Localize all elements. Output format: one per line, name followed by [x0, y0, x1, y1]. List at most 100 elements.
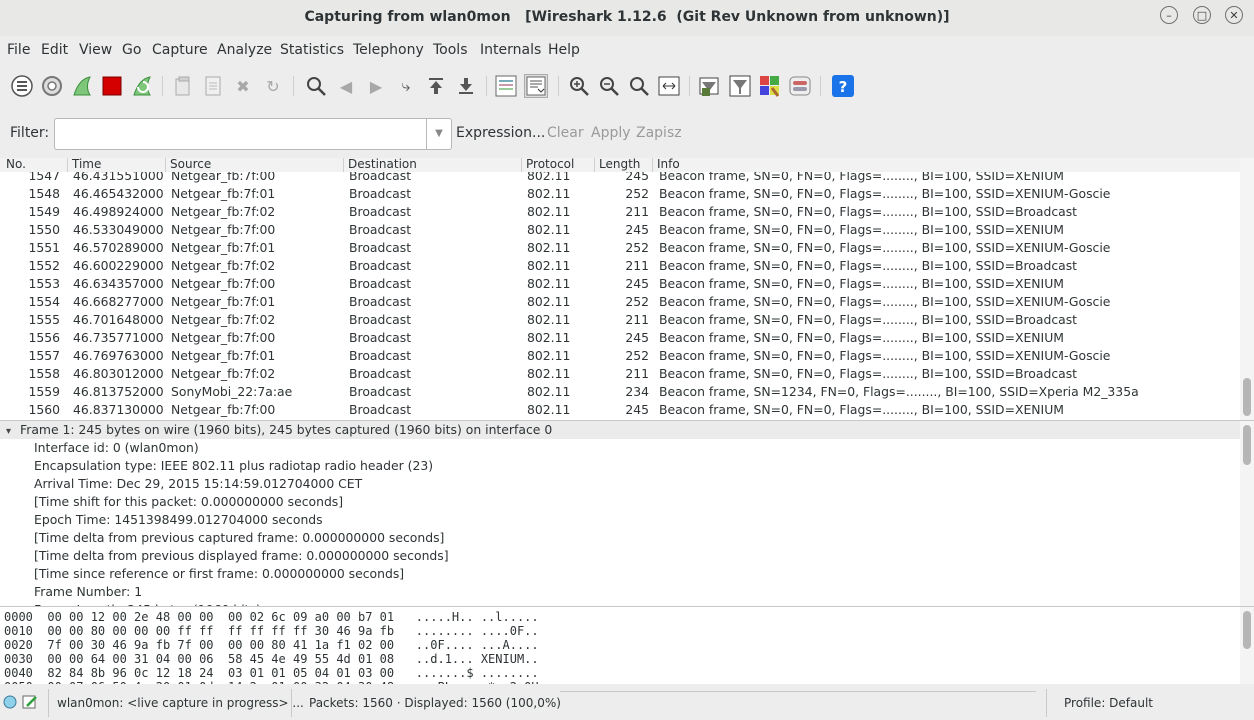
tree-item-frame[interactable]: ▾ Frame 1: 245 bytes on wire (1960 bits),… [0, 421, 1254, 439]
cell-destination: Broadcast [349, 240, 412, 255]
packet-details[interactable]: ▾ Frame 1: 245 bytes on wire (1960 bits),… [0, 421, 1254, 607]
go-back-icon[interactable]: ◀ [334, 74, 358, 98]
packet-details-scrollbar[interactable] [1240, 421, 1254, 606]
menu-help[interactable]: Help [548, 42, 580, 58]
capture-options-icon[interactable] [40, 74, 64, 98]
expand-caret-icon[interactable]: ▾ [6, 423, 20, 441]
table-row[interactable]: 1553 46.634357000 Netgear_fb:7f:00 Broadcas… [0, 275, 1240, 293]
expert-info-icon[interactable] [3, 695, 17, 709]
zoom-out-icon[interactable] [597, 74, 621, 98]
hex-row[interactable]: 0000 00 00 12 00 2e 48 00 00 00 02 6c 09… [0, 610, 1254, 624]
coloring-rules-icon[interactable] [758, 74, 782, 98]
colorize-icon[interactable] [494, 74, 518, 98]
menu-telephony[interactable]: Telephony [353, 42, 424, 58]
close-file-icon[interactable]: ✖ [231, 74, 255, 98]
menu-edit[interactable]: Edit [41, 42, 68, 58]
column-header-protocol[interactable]: Protocol [521, 158, 574, 172]
packet-list-scrollbar[interactable] [1240, 158, 1254, 420]
hex-row[interactable]: 0010 00 00 80 00 00 00 ff ff ff ff ff ff… [0, 624, 1254, 638]
tree-item[interactable]: Frame Number: 1 [0, 583, 1254, 601]
menu-tools[interactable]: Tools [433, 42, 468, 58]
minimize-icon[interactable]: – [1160, 6, 1178, 24]
table-row[interactable]: 1554 46.668277000 Netgear_fb:7f:01 Broadcas… [0, 293, 1240, 311]
open-file-icon[interactable] [171, 74, 195, 98]
table-row[interactable]: 1556 46.735771000 Netgear_fb:7f:00 Broadcas… [0, 329, 1240, 347]
table-row[interactable]: 1555 46.701648000 Netgear_fb:7f:02 Broadcas… [0, 311, 1240, 329]
reload-icon[interactable]: ↻ [261, 74, 285, 98]
menu-go[interactable]: Go [122, 42, 141, 58]
go-to-packet-icon[interactable]: ⤷ [394, 74, 418, 98]
zoom-in-icon[interactable] [567, 74, 591, 98]
hex-row[interactable]: 0050 00 07 06 50 4c 20 01 0d 14 2a 01 00… [0, 680, 1254, 684]
column-header-no[interactable]: No. [2, 158, 26, 172]
tree-item[interactable]: [Time since reference or first frame: 0.… [0, 565, 1254, 583]
capture-filters-icon[interactable] [698, 74, 722, 98]
packet-bytes[interactable]: 0000 00 00 12 00 2e 48 00 00 00 02 6c 09… [0, 607, 1254, 684]
packet-list-scroll-thumb[interactable] [1243, 378, 1251, 416]
menu-statistics[interactable]: Statistics [280, 42, 344, 58]
tree-item[interactable]: Encapsulation type: IEEE 802.11 plus rad… [0, 457, 1254, 475]
table-row[interactable]: 1557 46.769763000 Netgear_fb:7f:01 Broadcas… [0, 347, 1240, 365]
resize-columns-icon[interactable] [657, 74, 681, 98]
clear-button[interactable]: Clear [547, 125, 584, 141]
packet-bytes-scrollbar[interactable] [1240, 607, 1254, 684]
column-header-source[interactable]: Source [165, 158, 211, 172]
column-header-time[interactable]: Time [67, 158, 101, 172]
toolbar-separator [820, 76, 821, 96]
go-forward-icon[interactable]: ▶ [364, 74, 388, 98]
close-icon[interactable]: ✕ [1225, 6, 1243, 24]
hex-row[interactable]: 0020 7f 00 30 46 9a fb 7f 00 00 00 80 41… [0, 638, 1254, 652]
cell-info: Beacon frame, SN=0, FN=0, Flags=........… [659, 402, 1064, 417]
interfaces-icon[interactable] [10, 74, 34, 98]
preferences-icon[interactable] [788, 74, 812, 98]
packet-bytes-scroll-thumb[interactable] [1243, 611, 1251, 649]
normal-size-icon[interactable] [627, 74, 651, 98]
start-capture-icon[interactable] [70, 74, 94, 98]
tree-item[interactable]: [Time delta from previous captured frame… [0, 529, 1254, 547]
help-icon[interactable]: ? [831, 74, 855, 98]
profile-status[interactable]: Profile: Default [1064, 696, 1153, 710]
tree-item[interactable]: [Time shift for this packet: 0.000000000… [0, 493, 1254, 511]
column-header-info[interactable]: Info [652, 158, 680, 172]
menu-capture[interactable]: Capture [152, 42, 208, 58]
packet-list[interactable]: 1547 46.431551000 Netgear_fb:7f:00 Broadcas… [0, 158, 1254, 421]
menu-file[interactable]: File [7, 42, 30, 58]
menu-analyze[interactable]: Analyze [217, 42, 272, 58]
table-row[interactable]: 1559 46.813752000 SonyMobi_22:7a:ae Broadca… [0, 383, 1240, 401]
filter-input[interactable] [54, 118, 426, 150]
go-last-packet-icon[interactable] [454, 74, 478, 98]
tree-item[interactable]: Arrival Time: Dec 29, 2015 15:14:59.0127… [0, 475, 1254, 493]
column-header-destination[interactable]: Destination [343, 158, 417, 172]
cell-source: Netgear_fb:7f:02 [171, 366, 276, 381]
tree-item[interactable]: Interface id: 0 (wlan0mon) [0, 439, 1254, 457]
menu-view[interactable]: View [79, 42, 112, 58]
table-row[interactable]: 1548 46.465432000 Netgear_fb:7f:01 Broadcas… [0, 185, 1240, 203]
table-row[interactable]: 1550 46.533049000 Netgear_fb:7f:00 Broadcas… [0, 221, 1240, 239]
display-filters-icon[interactable] [728, 74, 752, 98]
column-header-length[interactable]: Length [594, 158, 640, 172]
menu-internals[interactable]: Internals [480, 42, 541, 58]
find-packet-icon[interactable] [304, 74, 328, 98]
apply-button[interactable]: Apply [591, 125, 631, 141]
filter-dropdown-icon[interactable]: ▼ [426, 118, 452, 150]
hex-row[interactable]: 0040 82 84 8b 96 0c 12 18 24 03 01 01 05… [0, 666, 1254, 680]
tree-item[interactable]: [Time delta from previous displayed fram… [0, 547, 1254, 565]
auto-scroll-icon[interactable] [524, 74, 548, 98]
capture-comment-icon[interactable] [22, 694, 38, 710]
table-row[interactable]: 1551 46.570289000 Netgear_fb:7f:01 Broadcas… [0, 239, 1240, 257]
packet-details-scroll-thumb[interactable] [1243, 425, 1251, 465]
table-row[interactable]: 1560 46.837130000 Netgear_fb:7f:00 Broadcas… [0, 401, 1240, 419]
stop-capture-icon[interactable] [100, 74, 124, 98]
table-row[interactable]: 1552 46.600229000 Netgear_fb:7f:02 Broadcas… [0, 257, 1240, 275]
table-row[interactable]: 1558 46.803012000 Netgear_fb:7f:02 Broadcas… [0, 365, 1240, 383]
packet-list-rows: 1547 46.431551000 Netgear_fb:7f:00 Broadcas… [0, 167, 1240, 419]
go-first-packet-icon[interactable] [424, 74, 448, 98]
restart-capture-icon[interactable] [130, 74, 154, 98]
save-filter-button[interactable]: Zapisz [636, 125, 682, 141]
save-file-icon[interactable] [201, 74, 225, 98]
expression-button[interactable]: Expression... [456, 125, 545, 141]
maximize-icon[interactable]: □ [1193, 6, 1211, 24]
table-row[interactable]: 1549 46.498924000 Netgear_fb:7f:02 Broadcas… [0, 203, 1240, 221]
tree-item[interactable]: Epoch Time: 1451398499.012704000 seconds [0, 511, 1254, 529]
hex-row[interactable]: 0030 00 00 64 00 31 04 00 06 58 45 4e 49… [0, 652, 1254, 666]
